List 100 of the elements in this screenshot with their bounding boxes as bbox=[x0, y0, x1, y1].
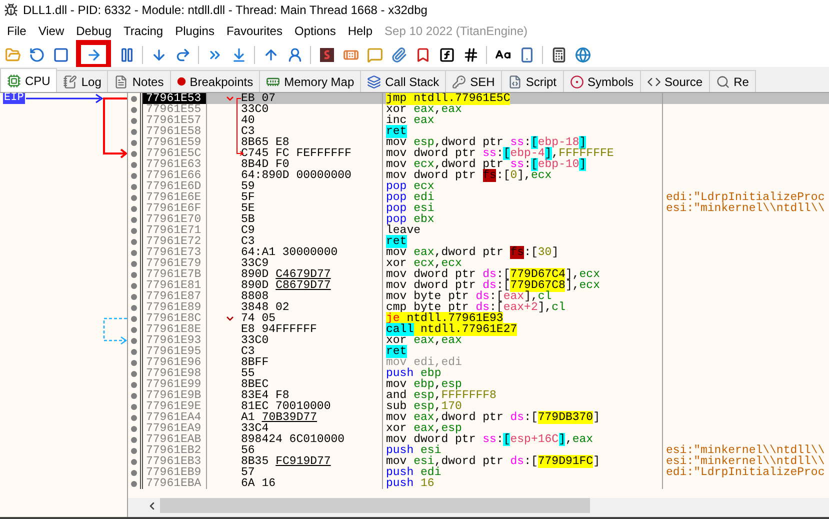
menu-item[interactable]: View bbox=[32, 24, 70, 38]
bytes-text: 8B35 bbox=[241, 456, 269, 467]
menu-item[interactable]: Favourites bbox=[220, 24, 288, 38]
address-cell: 77961E55 bbox=[143, 104, 207, 115]
bytes-link[interactable]: C8679D77 bbox=[276, 280, 331, 291]
breakpoint-dot-icon[interactable] bbox=[131, 426, 137, 432]
instruction-text: mov ebp,esp bbox=[386, 379, 462, 390]
address-cell: 77961E95 bbox=[143, 346, 207, 357]
breakpoint-dot-icon[interactable] bbox=[131, 216, 137, 222]
down-arrow-icon bbox=[150, 46, 166, 62]
breakpoint-dot-icon[interactable] bbox=[131, 150, 137, 156]
search-icon bbox=[716, 74, 730, 88]
bytes-text: 59 bbox=[241, 181, 255, 192]
menu-item[interactable]: Tracing bbox=[118, 24, 170, 38]
breakpoint-dot-icon[interactable] bbox=[131, 316, 137, 322]
window-title: DLL1.dll - PID: 6332 - Module: ntdll.dll - Thread: Main Thread 1668 - x32dbg bbox=[23, 3, 428, 17]
comment-cell-text: esi:"minkernel\\ntdll\\ bbox=[665, 445, 826, 456]
breakpoint-dot-icon[interactable] bbox=[131, 184, 137, 190]
scrollbar-thumb[interactable] bbox=[160, 498, 590, 513]
breakpoint-dot-icon[interactable] bbox=[131, 294, 137, 300]
toolbar-button[interactable] bbox=[52, 46, 69, 63]
breakpoint-dot-icon[interactable] bbox=[131, 304, 137, 310]
breakpoint-dot-icon[interactable] bbox=[131, 172, 137, 178]
bytes-text: 64:890D 00000000 bbox=[241, 170, 352, 181]
bytes-text: A1 bbox=[241, 412, 255, 423]
breakpoint-dot-icon[interactable] bbox=[131, 436, 137, 442]
tab[interactable]: Re bbox=[708, 70, 756, 92]
menu-item[interactable]: Help bbox=[342, 24, 379, 38]
address-cell: 77961E6F bbox=[143, 203, 207, 214]
breakpoint-dot-icon[interactable] bbox=[131, 206, 137, 212]
instruction-text: ret bbox=[386, 346, 407, 357]
menu-item[interactable]: Plugins bbox=[169, 24, 220, 38]
bytes-text: 890D bbox=[241, 269, 269, 280]
breakpoint-dot-icon[interactable] bbox=[131, 238, 137, 244]
bytes-link[interactable]: C4679D77 bbox=[276, 269, 331, 280]
address-cell: 77961EB9 bbox=[143, 467, 207, 478]
breakpoint-dot-icon[interactable] bbox=[131, 480, 137, 486]
address-cell: 77961E6D bbox=[143, 181, 207, 192]
curved-arrow-icon bbox=[174, 46, 190, 62]
bytes-text: 55 bbox=[241, 368, 255, 379]
toolbar-button[interactable] bbox=[550, 46, 567, 63]
menu-item[interactable]: Debug bbox=[70, 24, 118, 38]
breakpoint-dot-icon[interactable] bbox=[131, 382, 137, 388]
breakpoint-dot-icon[interactable] bbox=[131, 272, 137, 278]
breakpoint-dot-icon[interactable] bbox=[131, 338, 137, 344]
address-cell: 77961EA4 bbox=[143, 412, 207, 423]
address-cell: 77961E63 bbox=[143, 159, 207, 170]
bytes-text: 8B65 E8 bbox=[241, 137, 290, 148]
breakpoint-dot-icon[interactable] bbox=[131, 414, 137, 420]
breakpoint-dot-icon[interactable] bbox=[131, 370, 137, 376]
address-cell: 77961E79 bbox=[143, 258, 207, 269]
breakpoint-dot-icon[interactable] bbox=[131, 360, 137, 366]
menu-item[interactable]: File bbox=[1, 24, 32, 38]
breakpoint-dot-icon[interactable] bbox=[131, 260, 137, 266]
jump-arrow bbox=[103, 98, 127, 158]
menu-item[interactable]: Options bbox=[288, 24, 342, 38]
instruction-text: push ebp bbox=[386, 368, 442, 379]
breakpoint-dot-icon[interactable] bbox=[131, 458, 137, 464]
bytes-text: 33C9 bbox=[241, 258, 269, 269]
bytes-text: 64:A1 30000000 bbox=[241, 247, 338, 258]
eip-label: EIP bbox=[3, 93, 25, 104]
breakpoint-dot-icon[interactable] bbox=[131, 348, 137, 354]
bytes-link[interactable]: FC919D77 bbox=[276, 456, 331, 467]
instruction-text: call ntdll.77961E27 bbox=[386, 324, 518, 335]
breakpoint-dot-icon[interactable] bbox=[131, 448, 137, 454]
address-cell: 77961E66 bbox=[143, 170, 207, 181]
breakpoint-dot-icon[interactable] bbox=[131, 326, 137, 332]
instruction-text: mov byte ptr ds:[eax],cl bbox=[386, 291, 552, 302]
breakpoint-dot-icon[interactable] bbox=[131, 128, 137, 134]
bytes-text: 83E4 F8 bbox=[241, 390, 290, 401]
breakpoint-dot-icon[interactable] bbox=[131, 404, 137, 410]
toolbar-button[interactable] bbox=[462, 46, 479, 63]
instruction-text: mov dword ptr ss:[esp+16C],eax bbox=[386, 434, 594, 445]
address-cell: 77961E8E bbox=[143, 324, 207, 335]
breakpoint-dot-icon[interactable] bbox=[131, 228, 137, 234]
bytes-text: 8BFF bbox=[241, 357, 269, 368]
breakpoint-dot-icon[interactable] bbox=[131, 250, 137, 256]
bytes-text: C3 bbox=[241, 346, 255, 357]
address-cell: 77961E57 bbox=[143, 115, 207, 126]
bytes-text: 56 bbox=[241, 445, 255, 456]
breakpoint-dot-icon[interactable] bbox=[131, 282, 137, 288]
comment-cell-text: edi:"LdrpInitializeProc bbox=[665, 192, 826, 203]
address-cell: 77961E6E bbox=[143, 192, 207, 203]
folder-icon bbox=[4, 46, 20, 62]
bytes-text: 8808 bbox=[241, 291, 269, 302]
breakpoint-dot-icon[interactable] bbox=[131, 106, 137, 112]
bytes-link[interactable]: 70B39D77 bbox=[262, 412, 318, 423]
breakpoint-dot-icon[interactable] bbox=[131, 194, 137, 200]
breakpoint-dot-icon[interactable] bbox=[131, 392, 137, 398]
breakpoint-dot-icon[interactable] bbox=[131, 140, 137, 146]
breakpoint-dot-icon[interactable] bbox=[131, 470, 137, 476]
breakpoint-dot-icon[interactable] bbox=[131, 96, 137, 102]
bytes-text: 8B4D F0 bbox=[241, 159, 290, 170]
tab[interactable]: CPU bbox=[0, 68, 58, 92]
ball-icon bbox=[570, 74, 584, 88]
toolbar-button[interactable] bbox=[438, 46, 455, 63]
breakpoint-dot-icon[interactable] bbox=[131, 118, 137, 124]
bytes-text: EB 07 bbox=[241, 93, 276, 104]
breakpoint-dot-icon[interactable] bbox=[131, 162, 137, 168]
toolbar-button[interactable] bbox=[318, 46, 335, 63]
